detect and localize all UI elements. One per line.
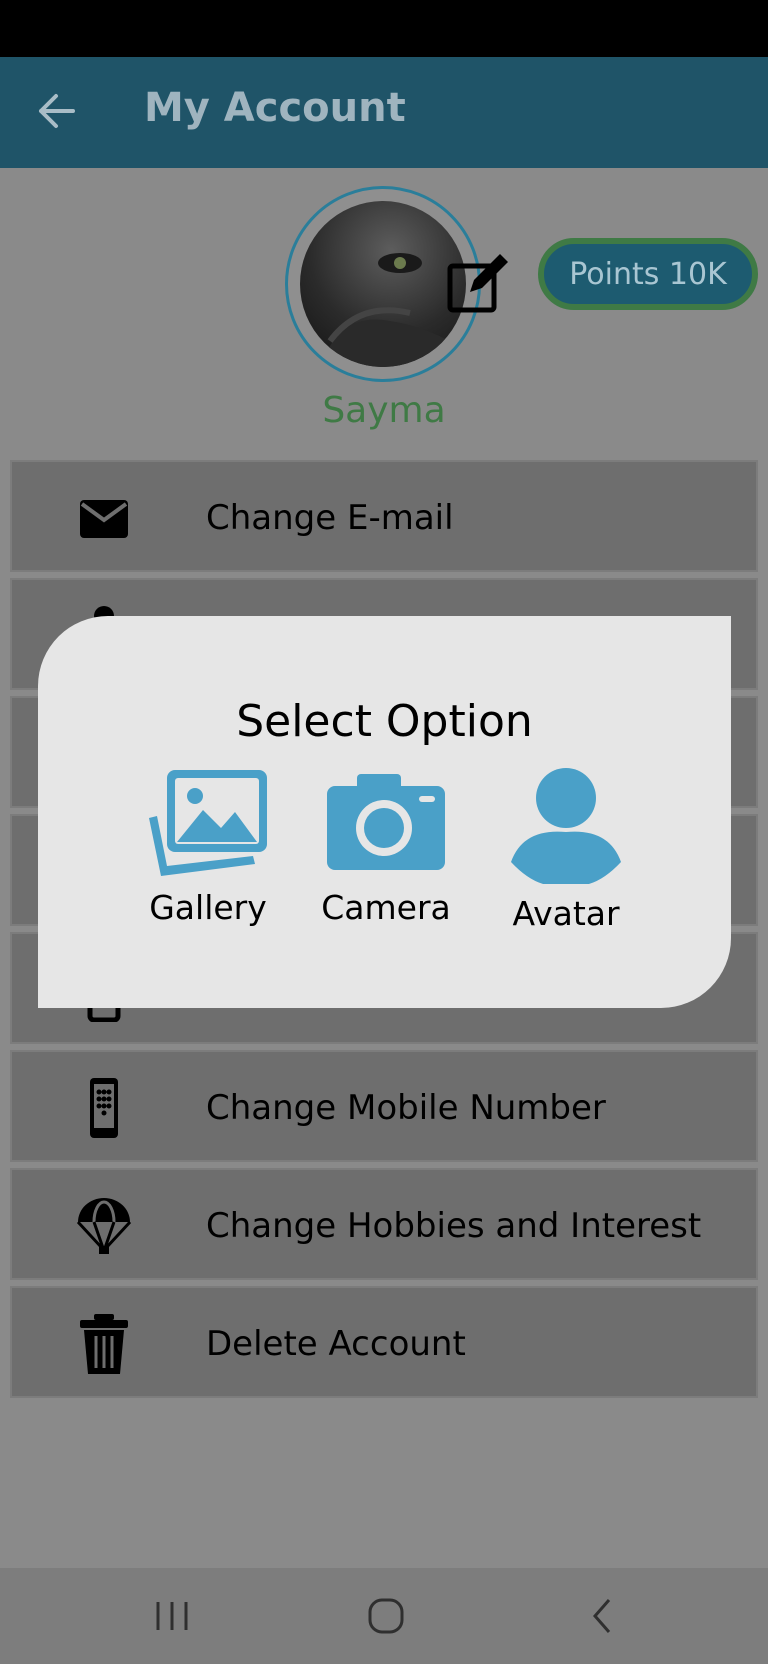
recents-button[interactable] <box>142 1588 202 1644</box>
menu-label: Change Hobbies and Interest <box>206 1206 702 1246</box>
home-icon <box>368 1598 404 1634</box>
menu-label: Delete Account <box>206 1324 466 1364</box>
menu-item-change-email[interactable]: Change E-mail <box>10 460 758 572</box>
status-bar <box>0 0 768 57</box>
gallery-option[interactable]: Gallery <box>138 766 278 927</box>
edit-photo-button[interactable] <box>444 250 512 316</box>
parachute-icon <box>76 1198 132 1254</box>
back-icon <box>593 1599 611 1633</box>
mail-icon <box>80 500 128 538</box>
dialog-title: Select Option <box>236 696 533 747</box>
menu-label: Change E-mail <box>206 498 454 538</box>
user-name: Sayma <box>322 390 446 431</box>
camera-option[interactable]: Camera <box>316 766 456 927</box>
avatar-label: Avatar <box>512 894 620 933</box>
avatar-option[interactable]: Avatar <box>496 766 636 933</box>
profile-photo <box>300 201 466 367</box>
menu-label: Change Mobile Number <box>206 1088 606 1128</box>
camera-label: Camera <box>321 888 451 927</box>
menu-item-change-hobbies[interactable]: Change Hobbies and Interest <box>10 1168 758 1280</box>
select-option-dialog: Select Option Gallery Camera Avatar <box>38 616 731 1008</box>
menu-item-change-mobile-number[interactable]: Change Mobile Number <box>10 1050 758 1162</box>
trash-icon <box>80 1314 128 1374</box>
page-title: My Account <box>144 85 406 131</box>
recents-icon <box>156 1602 188 1630</box>
gallery-label: Gallery <box>149 888 267 927</box>
system-nav-bar <box>0 1568 768 1664</box>
gallery-icon <box>149 770 267 876</box>
back-button[interactable] <box>34 89 78 133</box>
arrow-left-icon <box>39 94 75 128</box>
app-bar: My Account <box>0 57 768 168</box>
nav-back-button[interactable] <box>572 1588 632 1644</box>
camera-icon <box>327 774 445 870</box>
menu-item-delete-account[interactable]: Delete Account <box>10 1286 758 1398</box>
home-button[interactable] <box>356 1588 416 1644</box>
person-icon <box>511 768 621 884</box>
mobile-phone-icon <box>90 1078 118 1138</box>
points-badge: Points 10K <box>538 238 758 310</box>
edit-icon <box>447 254 508 313</box>
